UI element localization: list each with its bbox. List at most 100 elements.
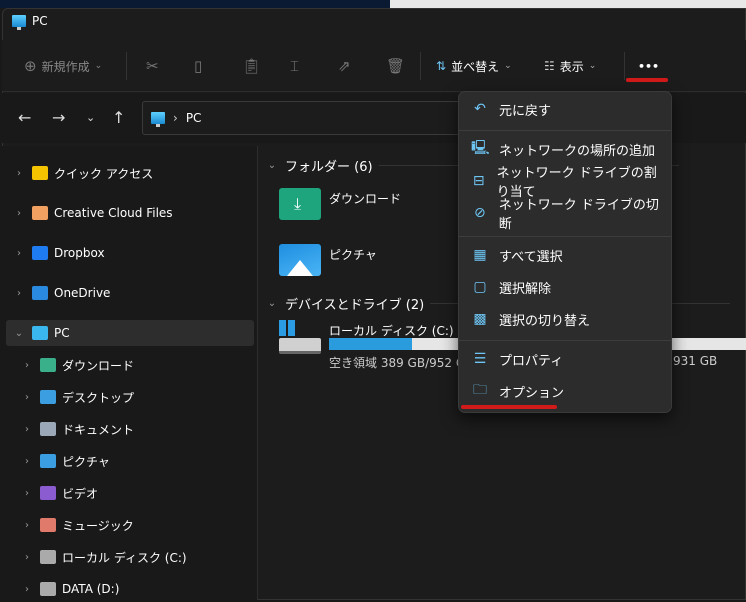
menu-item[interactable]: 🖳︎ ネットワークの場所の追加 — [463, 134, 669, 164]
menu-item-label: 選択解除 — [499, 281, 552, 297]
share-icon: ⇗ — [338, 57, 351, 75]
document-icon — [40, 422, 56, 436]
chevron-right-icon[interactable]: › — [20, 552, 34, 563]
sidebar-item[interactable]: › ミュージック — [6, 512, 254, 538]
up-arrow-icon[interactable]: ↑ — [112, 108, 125, 127]
new-button[interactable]: ⊕ 新規作成 ⌄ — [24, 54, 102, 78]
menu-item[interactable]: ☰ プロパティ — [463, 344, 669, 374]
menu-divider — [459, 236, 671, 237]
sidebar-item[interactable]: › ビデオ — [6, 480, 254, 506]
chevron-right-icon[interactable]: › — [20, 392, 34, 403]
sidebar-item[interactable]: › DATA (D:) — [6, 576, 254, 602]
menu-item[interactable]: ▦ すべて選択 — [463, 240, 669, 270]
chevron-right-icon[interactable]: › — [20, 424, 34, 435]
pictures-folder-icon[interactable] — [279, 244, 321, 276]
address-bar[interactable]: › PC — [142, 101, 472, 135]
undo-icon: ↶ — [474, 101, 486, 117]
pc-icon — [151, 112, 165, 127]
copy-button[interactable]: ▯ — [194, 54, 202, 78]
sidebar-item[interactable]: › OneDrive — [6, 280, 254, 306]
dropbox-icon — [32, 246, 48, 260]
divider — [420, 52, 421, 80]
menu-item[interactable]: 🗀︎ オプション — [463, 376, 669, 406]
select-all-icon: ▦ — [473, 247, 487, 263]
title-bar: PC — [12, 14, 48, 30]
sidebar-item-label: Creative Cloud Files — [54, 206, 173, 220]
onedrive-icon — [32, 286, 48, 300]
rename-button[interactable]: ⌶ — [290, 54, 299, 78]
sidebar-item[interactable]: › ピクチャ — [6, 448, 254, 474]
downloads-folder-icon[interactable]: ⤓ — [279, 188, 321, 220]
sidebar-item[interactable]: › ローカル ディスク (C:) — [6, 544, 254, 570]
chevron-right-icon[interactable]: › — [12, 248, 26, 259]
view-button[interactable]: ☷ 表示 ⌄ — [544, 54, 596, 78]
sidebar-item[interactable]: › ドキュメント — [6, 416, 254, 442]
paste-button[interactable]: 📋︎ — [242, 54, 261, 78]
sort-label: 並べ替え — [451, 59, 500, 74]
chevron-right-icon[interactable]: ⌄ — [12, 328, 26, 339]
back-arrow-icon[interactable]: ← — [18, 108, 31, 127]
chevron-right-icon[interactable]: › — [12, 168, 26, 179]
sidebar-item-label: クイック アクセス — [54, 166, 154, 181]
more-icon: ••• — [638, 59, 660, 73]
sidebar-item-label: ピクチャ — [62, 454, 110, 469]
folder-item-downloads[interactable]: ダウンロード — [329, 190, 401, 207]
sidebar-item-label: PC — [54, 326, 70, 340]
chevron-right-icon[interactable]: › — [20, 456, 34, 467]
local-disk-drive-icon[interactable] — [279, 320, 323, 356]
drive-c-usage-fill — [329, 338, 412, 350]
menu-item[interactable]: ▩ 選択の切り替え — [463, 304, 669, 334]
menu-item[interactable]: ⊟ ネットワーク ドライブの割り当て — [463, 166, 669, 200]
folder-item-pictures[interactable]: ピクチャ — [329, 246, 377, 263]
sidebar-item[interactable]: › ダウンロード — [6, 352, 254, 378]
menu-item-label: ネットワーク ドライブの切断 — [498, 198, 659, 232]
chevron-right-icon[interactable]: › — [20, 584, 34, 595]
view-label: 表示 — [559, 59, 584, 74]
creative-cloud-icon — [32, 206, 48, 220]
menu-item-label: ネットワークの場所の追加 — [499, 143, 656, 159]
menu-item[interactable]: ⊘ ネットワーク ドライブの切断 — [463, 198, 669, 232]
breadcrumb-pc[interactable]: PC — [186, 111, 202, 125]
view-list-icon: ☷ — [544, 59, 555, 73]
sidebar-item[interactable]: › Dropbox — [6, 240, 254, 266]
options-icon: 🗀︎ — [473, 382, 487, 398]
delete-button[interactable]: 🗑︎ — [386, 54, 405, 78]
chevron-right-icon[interactable]: › — [20, 360, 34, 371]
rename-icon: ⌶ — [290, 57, 300, 75]
forward-arrow-icon[interactable]: → — [52, 108, 65, 127]
chevron-right-icon[interactable]: › — [12, 288, 26, 299]
drive-c-usage-bar — [329, 338, 469, 350]
plus-circle-icon: ⊕ — [24, 57, 37, 75]
sidebar-item[interactable]: › デスクトップ — [6, 384, 254, 410]
chevron-right-icon[interactable]: › — [20, 520, 34, 531]
sidebar-item-label: ミュージック — [62, 518, 134, 533]
select-none-icon: ▢ — [473, 279, 487, 295]
sidebar-item[interactable]: › クイック アクセス — [6, 160, 254, 186]
group-title: デバイスとドライブ (2) — [285, 298, 425, 313]
sidebar-item[interactable]: › Creative Cloud Files — [6, 200, 254, 226]
sort-icon: ⇅ — [436, 59, 447, 73]
sidebar-item-label: Dropbox — [54, 246, 105, 260]
scissors-icon: ✂ — [146, 57, 159, 75]
menu-item[interactable]: ↶ 元に戻す — [463, 94, 669, 124]
sidebar-item-label: ローカル ディスク (C:) — [62, 550, 187, 565]
sort-button[interactable]: ⇅ 並べ替え ⌄ — [436, 54, 512, 78]
chevron-right-icon[interactable]: › — [12, 208, 26, 219]
chevron-right-icon[interactable]: › — [20, 488, 34, 499]
desktop-background — [0, 0, 390, 8]
sidebar-item[interactable]: ⌄ PC — [6, 320, 254, 346]
network-location-icon: 🖳︎ — [471, 140, 490, 156]
sidebar-item-label: DATA (D:) — [62, 582, 120, 596]
menu-item[interactable]: ▢ 選択解除 — [463, 272, 669, 302]
music-icon — [40, 518, 56, 532]
share-button[interactable]: ⇗ — [338, 54, 351, 78]
recent-chevron-icon[interactable]: ⌄ — [86, 111, 95, 124]
more-options-button[interactable]: ••• — [638, 54, 659, 78]
cut-button[interactable]: ✂ — [146, 54, 159, 78]
sidebar-item-label: ビデオ — [62, 486, 99, 501]
map-drive-icon: ⊟ — [472, 173, 485, 189]
drive-name-c[interactable]: ローカル ディスク (C:) — [329, 322, 454, 339]
pictures-icon — [40, 454, 56, 468]
invert-selection-icon: ▩ — [473, 311, 487, 327]
star-icon — [32, 166, 48, 180]
